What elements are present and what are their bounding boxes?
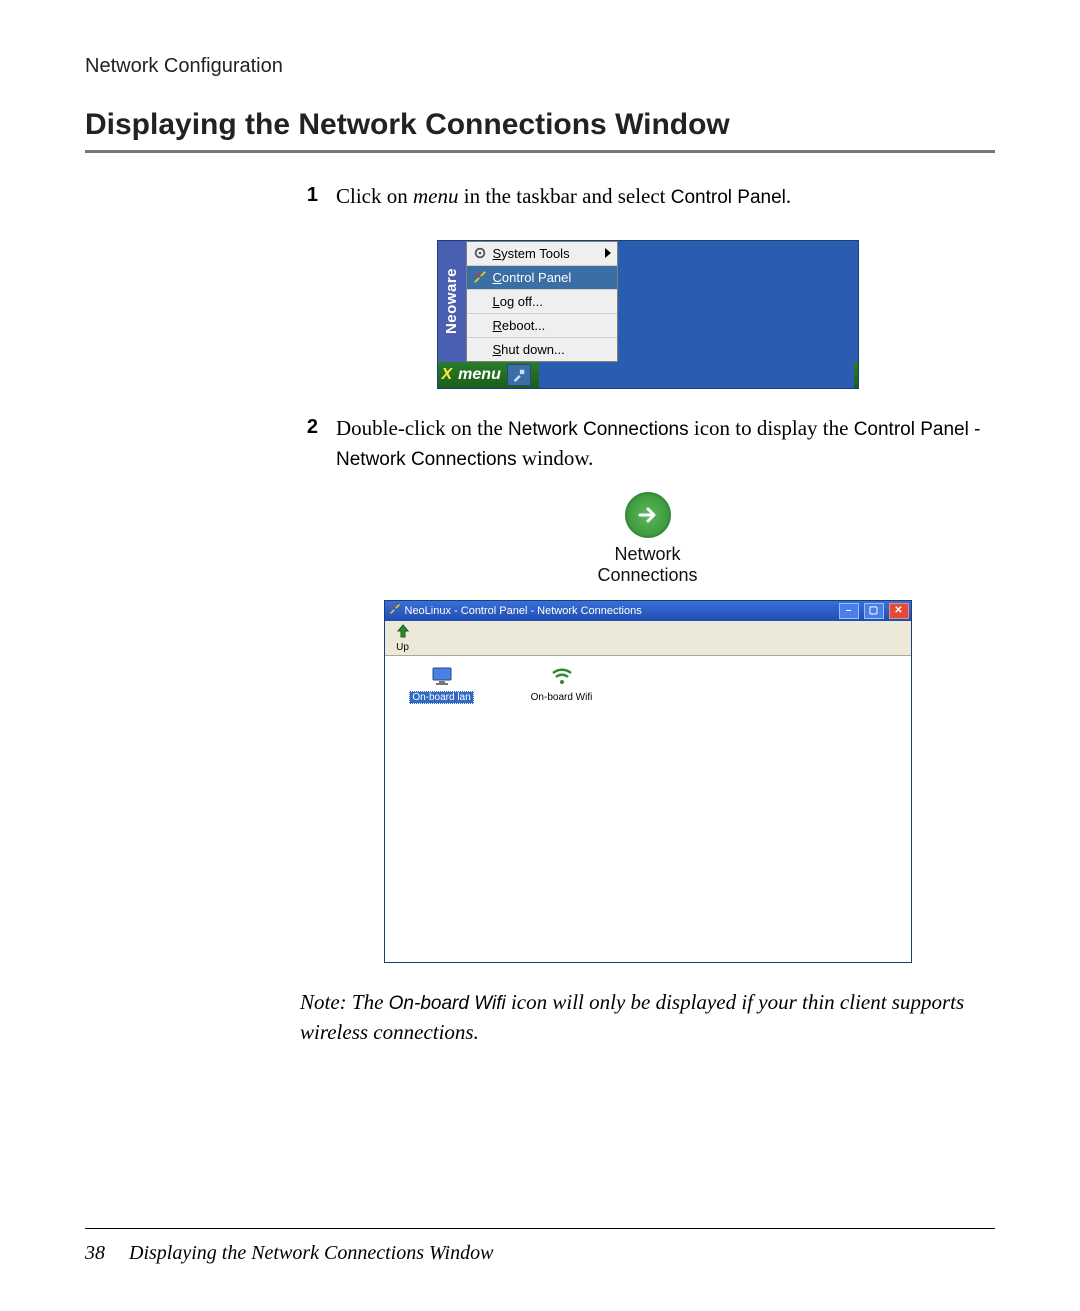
menu-item-reboot-label: Reboot... — [493, 318, 611, 333]
step-2: 2 Double-click on the Network Connection… — [300, 413, 995, 474]
gear-icon — [473, 246, 487, 260]
network-icon-label-1: Network — [573, 544, 723, 565]
taskbar-menu-button[interactable]: menu — [458, 366, 501, 384]
up-arrow-icon — [395, 623, 411, 642]
footer-rule — [85, 1228, 995, 1229]
step-2-number: 2 — [300, 413, 318, 474]
taskbar: X menu — [438, 362, 858, 388]
note-prefix: Note: The — [300, 990, 389, 1014]
figure-start-menu: Neoware System Tools Control Panel Log — [437, 240, 859, 389]
taskbar-desktop-button[interactable] — [507, 364, 531, 386]
window-title: NeoLinux - Control Panel - Network Conne… — [405, 605, 834, 617]
tools-icon — [473, 270, 487, 284]
menu-item-shut-down[interactable]: Shut down... — [467, 338, 617, 361]
menu-item-control-panel[interactable]: Control Panel — [467, 266, 617, 290]
step-2-code1: Network Connections — [508, 419, 689, 440]
menu-item-shut-down-label: Shut down... — [493, 342, 611, 357]
step-1-text: Click on menu in the taskbar and select … — [336, 181, 995, 212]
menu-item-system-tools[interactable]: System Tools — [467, 242, 617, 266]
taskbar-logo-icon: X — [442, 366, 453, 384]
section-title: Displaying the Network Connections Windo… — [85, 108, 995, 142]
step-2-pre: Double-click on the — [336, 416, 508, 440]
desktop-background — [618, 241, 858, 362]
start-menu-brand-text: Neoware — [443, 268, 460, 334]
menu-item-log-off[interactable]: Log off... — [467, 290, 617, 314]
menu-item-system-tools-label: System Tools — [493, 246, 599, 261]
note-code: On-board Wifi — [389, 993, 506, 1014]
start-menu-items: System Tools Control Panel Log off... Re… — [466, 241, 618, 362]
window-titlebar: NeoLinux - Control Panel - Network Conne… — [385, 601, 911, 621]
step-1-code: Control Panel — [671, 187, 786, 208]
network-arrow-icon — [625, 492, 671, 538]
page-number: 38 — [85, 1242, 105, 1265]
step-2-mid: icon to display the — [689, 416, 854, 440]
network-icon-label-2: Connections — [573, 565, 723, 586]
window-content: On-board lan On-board Wifi — [385, 656, 911, 962]
network-connections-icon-block[interactable]: Network Connections — [573, 492, 723, 586]
figure-network-connections-window: NeoLinux - Control Panel - Network Conne… — [384, 600, 912, 963]
step-2-post: window. — [517, 446, 594, 470]
step-2-text: Double-click on the Network Connections … — [336, 413, 995, 474]
note-text: Note: The On-board Wifi icon will only b… — [300, 987, 995, 1048]
step-1-mid: in the taskbar and select — [459, 184, 671, 208]
monitor-icon — [397, 664, 487, 688]
window-toolbar: Up — [385, 621, 911, 656]
wifi-icon — [517, 664, 607, 688]
menu-item-log-off-label: Log off... — [493, 294, 611, 309]
step-1-em: menu — [413, 184, 459, 208]
maximize-button[interactable]: ▢ — [864, 603, 884, 619]
connection-item-wifi[interactable]: On-board Wifi — [517, 664, 607, 703]
close-button[interactable]: ✕ — [889, 603, 909, 619]
running-head: Network Configuration — [85, 55, 995, 78]
step-1: 1 Click on menu in the taskbar and selec… — [300, 181, 995, 212]
toolbar-up-label: Up — [396, 642, 409, 653]
step-1-number: 1 — [300, 181, 318, 212]
footer-title: Displaying the Network Connections Windo… — [129, 1242, 493, 1265]
step-1-post: . — [786, 184, 791, 208]
page-footer: 38 Displaying the Network Connections Wi… — [85, 1242, 493, 1265]
submenu-arrow-icon — [605, 248, 611, 258]
connection-item-wifi-label: On-board Wifi — [531, 692, 593, 703]
section-rule — [85, 150, 995, 153]
menu-item-reboot[interactable]: Reboot... — [467, 314, 617, 338]
menu-item-control-panel-label: Control Panel — [493, 270, 611, 285]
toolbar-up-button[interactable]: Up — [391, 622, 415, 654]
step-1-pre: Click on — [336, 184, 413, 208]
connection-item-lan[interactable]: On-board lan — [397, 664, 487, 703]
connection-item-lan-label: On-board lan — [409, 691, 473, 704]
start-menu-brand-bar: Neoware — [438, 241, 466, 362]
window-app-icon — [389, 603, 401, 618]
minimize-button[interactable]: – — [839, 603, 859, 619]
